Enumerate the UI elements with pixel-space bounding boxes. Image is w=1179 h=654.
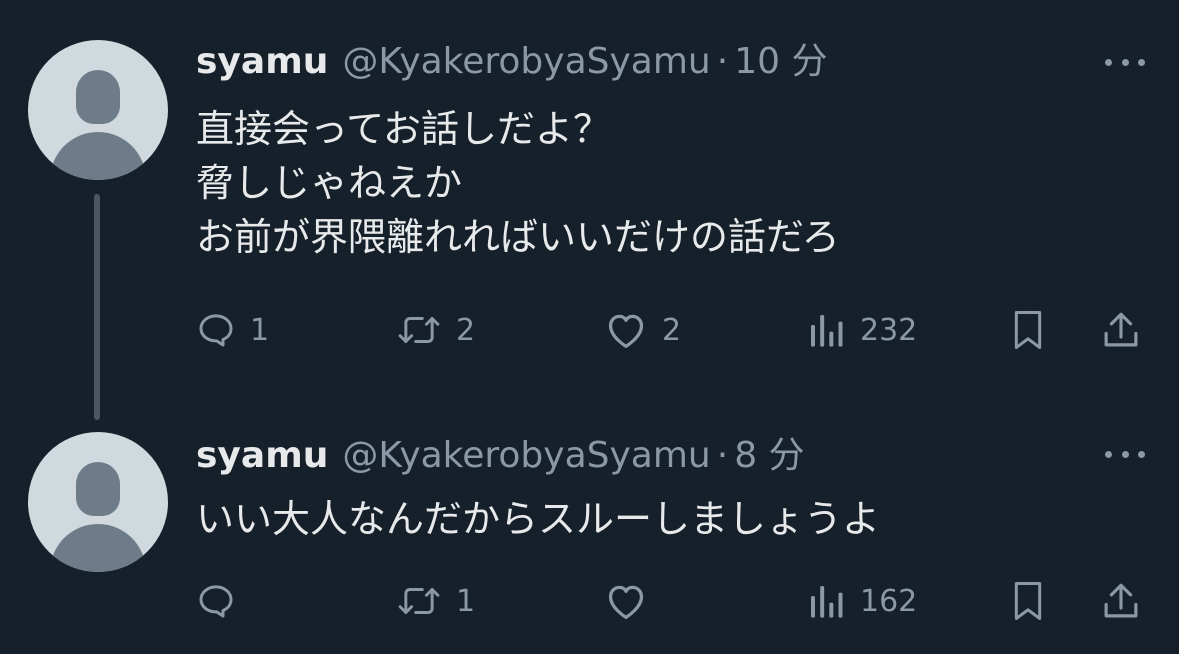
tweet-text: いい大人なんだからスルーしましょうよ — [196, 492, 880, 546]
dot-icon — [1121, 450, 1129, 458]
avatar-head-silhouette — [76, 462, 120, 516]
retweet-button[interactable]: 1 — [396, 576, 475, 626]
share-upload-icon — [1104, 583, 1138, 618]
more-options-button[interactable] — [1101, 50, 1149, 74]
bar-chart-icon — [811, 315, 843, 347]
user-handle[interactable]: @KyakerobyaSyamu — [342, 41, 710, 82]
timestamp[interactable]: 8 分 — [734, 435, 804, 476]
tweet-text: 直接会ってお話しだよ？ 脅しじゃねえか お前が界隈離れればいいだけの話だろ — [196, 102, 840, 264]
dot-icon — [1105, 58, 1112, 66]
more-options-button[interactable] — [1101, 442, 1149, 466]
dot-icon — [1121, 58, 1129, 66]
tweet-text-line: お前が界隈離れればいいだけの話だろ — [196, 215, 840, 259]
user-handle[interactable]: @KyakerobyaSyamu — [342, 435, 710, 476]
share-upload-icon — [1104, 312, 1138, 347]
display-name[interactable]: syamu — [196, 435, 328, 476]
avatar[interactable] — [28, 40, 168, 180]
header-separator: · — [716, 435, 729, 476]
retweet-count: 2 — [456, 312, 476, 348]
avatar-body-silhouette — [50, 524, 146, 572]
tweet-text-line: 直接会ってお話しだよ？ — [196, 107, 611, 151]
bar-chart-icon — [811, 586, 843, 618]
retweet-arrows-icon — [398, 317, 440, 343]
views-button[interactable]: 162 — [806, 576, 917, 626]
tweet-actions: 1 2 2 232 — [196, 305, 1156, 355]
like-button[interactable] — [604, 576, 662, 626]
tweet-header: syamu @KyakerobyaSyamu · 8 分 — [196, 434, 805, 478]
tweet[interactable]: syamu @KyakerobyaSyamu · 10 分 直接会ってお話しだよ？ 脅… — [0, 0, 1179, 420]
heart-icon — [608, 585, 644, 619]
header-separator: · — [716, 41, 729, 82]
tweet[interactable]: syamu @KyakerobyaSyamu · 8 分 いい大人なんだからスルーしま… — [0, 400, 1179, 654]
bookmark-button[interactable] — [1008, 576, 1048, 626]
retweet-count: 1 — [456, 583, 476, 619]
thread-connector-line — [94, 194, 100, 420]
tweet-header: syamu @KyakerobyaSyamu · 10 分 — [196, 40, 827, 84]
bookmark-icon — [1014, 311, 1042, 349]
share-button[interactable] — [1100, 305, 1142, 355]
speech-bubble-icon — [199, 314, 233, 347]
reply-count: 1 — [250, 312, 270, 348]
tweet-text-line: 脅しじゃねえか — [196, 161, 463, 205]
heart-icon — [608, 314, 644, 348]
display-name[interactable]: syamu — [196, 41, 328, 82]
speech-bubble-icon — [199, 585, 233, 618]
like-count: 2 — [662, 312, 682, 348]
dot-icon — [1138, 58, 1145, 66]
avatar-head-silhouette — [76, 70, 120, 124]
retweet-button[interactable]: 2 — [396, 305, 475, 355]
timeline: syamu @KyakerobyaSyamu · 10 分 直接会ってお話しだよ？ 脅… — [0, 0, 1179, 654]
avatar-body-silhouette — [50, 132, 146, 180]
views-button[interactable]: 232 — [806, 305, 917, 355]
like-button[interactable]: 2 — [604, 305, 681, 355]
bookmark-icon — [1014, 582, 1042, 620]
timestamp[interactable]: 10 分 — [734, 41, 827, 82]
bookmark-button[interactable] — [1008, 305, 1048, 355]
views-count: 232 — [860, 312, 918, 348]
reply-button[interactable] — [196, 576, 250, 626]
avatar[interactable] — [28, 432, 168, 572]
tweet-text-line: いい大人なんだからスルーしましょうよ — [196, 497, 881, 541]
dot-icon — [1138, 450, 1145, 458]
views-count: 162 — [860, 583, 918, 619]
tweet-actions: 1 162 — [196, 576, 1156, 626]
reply-button[interactable]: 1 — [196, 305, 269, 355]
retweet-arrows-icon — [398, 588, 440, 614]
share-button[interactable] — [1100, 576, 1142, 626]
dot-icon — [1105, 450, 1112, 458]
